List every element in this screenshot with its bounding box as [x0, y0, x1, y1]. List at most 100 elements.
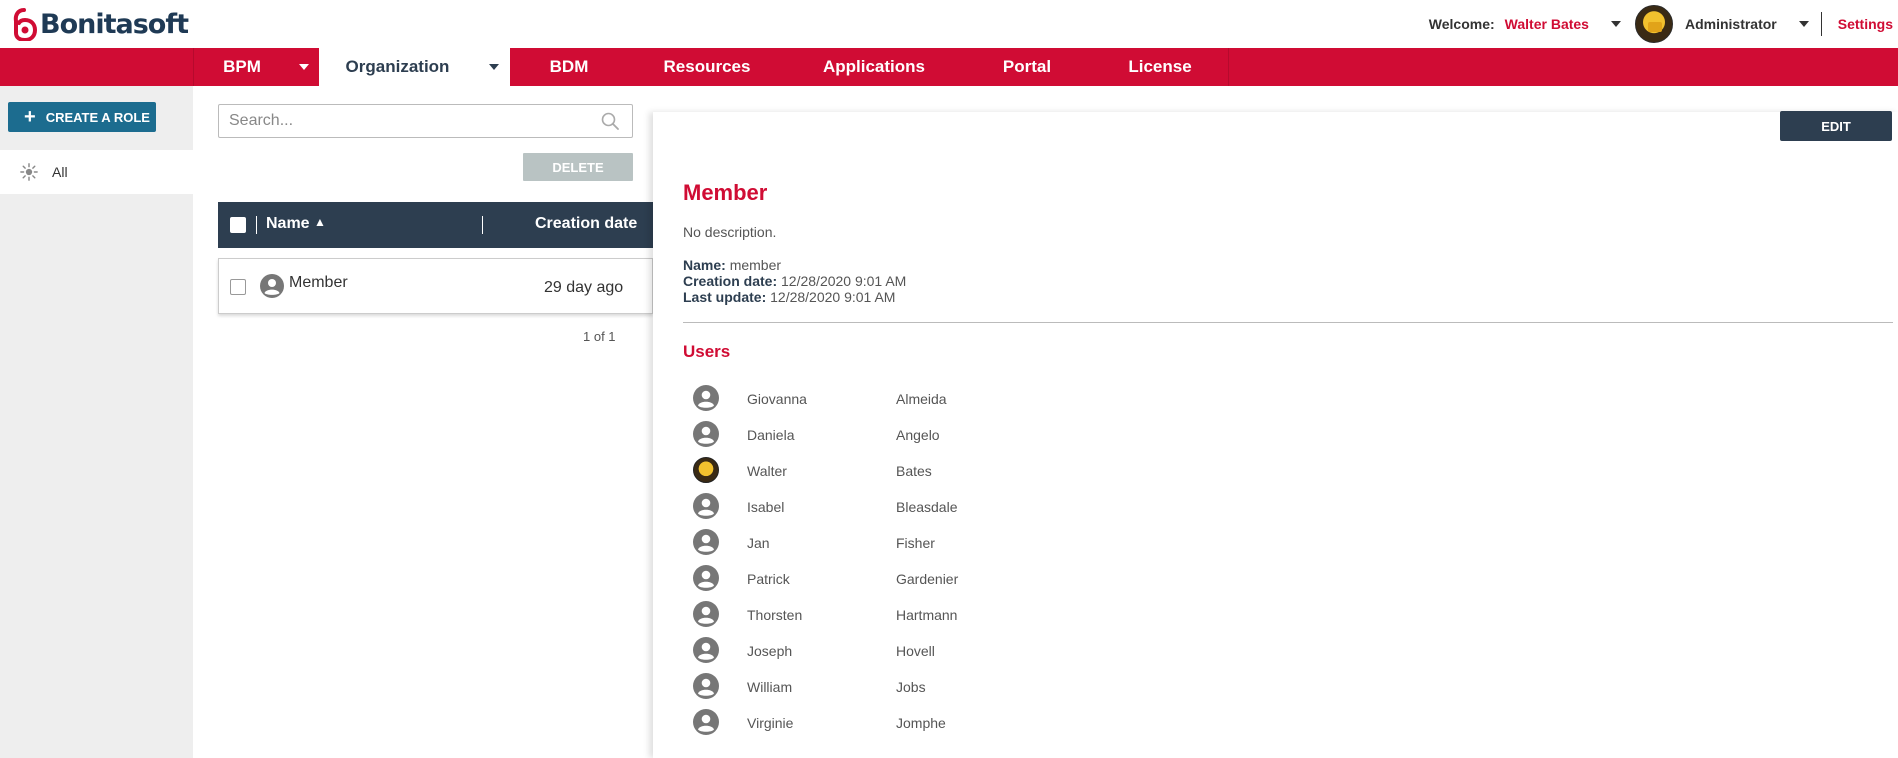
column-header-creation-date[interactable]: Creation date	[535, 215, 637, 233]
table-row[interactable]: Member 29 day ago	[218, 258, 653, 314]
nav-item-portal[interactable]: Portal	[962, 48, 1092, 86]
pagination-info: 1 of 1	[583, 329, 616, 344]
delete-button[interactable]: DELETE	[523, 153, 633, 181]
users-section-title: Users	[683, 342, 731, 361]
user-last-name: Bates	[896, 463, 932, 479]
user-first-name: Joseph	[747, 643, 793, 659]
nav-divider	[1228, 48, 1229, 86]
user-row[interactable]: Virginie Jomphe	[683, 705, 1283, 741]
nav-item-label: Organization	[345, 57, 450, 76]
select-all-checkbox[interactable]	[230, 217, 246, 233]
nav-item-bpm[interactable]: BPM	[193, 48, 319, 86]
user-first-name: Daniela	[747, 427, 795, 443]
filter-all[interactable]: All	[0, 150, 193, 194]
user-first-name: Virginie	[747, 715, 794, 731]
user-last-name: Bleasdale	[896, 499, 958, 515]
user-first-name: Jan	[747, 535, 770, 551]
nav-item-applications[interactable]: Applications	[786, 48, 962, 86]
role-meta-update: Last update: 12/28/2020 9:01 AM	[683, 289, 895, 305]
user-first-name: Giovanna	[747, 391, 807, 407]
table-header: Name ▲ Creation date	[218, 202, 653, 248]
search-input[interactable]	[218, 104, 633, 138]
plus-icon: +	[24, 106, 36, 128]
welcome-label: Welcome:	[1428, 16, 1495, 32]
row-name: Member	[289, 274, 348, 291]
row-checkbox[interactable]	[230, 279, 246, 295]
column-divider	[482, 216, 483, 234]
section-divider	[683, 322, 1893, 323]
user-first-name: William	[747, 679, 793, 695]
profile-name[interactable]: Administrator	[1685, 16, 1777, 32]
sun-icon	[20, 163, 38, 181]
user-last-name: Hartmann	[896, 607, 958, 623]
meta-label: Last update:	[683, 289, 767, 305]
user-row[interactable]: Jan Fisher	[683, 525, 1283, 561]
chevron-down-icon[interactable]	[489, 64, 499, 70]
nav-item-organization[interactable]: Organization	[319, 48, 510, 86]
user-avatar-icon	[693, 637, 719, 663]
user-last-name: Jobs	[896, 679, 926, 695]
user-avatar-icon	[693, 529, 719, 555]
column-header-name[interactable]: Name	[266, 215, 310, 233]
welcome-user-name[interactable]: Walter Bates	[1505, 16, 1589, 32]
settings-link[interactable]: Settings	[1838, 16, 1893, 32]
main-nav: BPM Organization BDM Resources Applicati…	[0, 48, 1898, 86]
role-description: No description.	[683, 224, 777, 240]
user-avatar-icon	[693, 709, 719, 735]
nav-item-label: Resources	[663, 57, 751, 76]
user-last-name: Gardenier	[896, 571, 959, 587]
left-sidebar: + CREATE A ROLE All	[0, 86, 193, 758]
user-avatar-icon	[693, 673, 719, 699]
user-last-name: Jomphe	[896, 715, 946, 731]
top-header: Bonitasoft Welcome: Walter Bates Adminis…	[0, 0, 1898, 48]
filter-all-label: All	[52, 164, 68, 180]
role-title: Member	[683, 180, 768, 205]
user-avatar-icon	[693, 493, 719, 519]
edit-button[interactable]: EDIT	[1780, 111, 1892, 141]
user-first-name: Thorsten	[747, 607, 803, 623]
user-avatar[interactable]	[1634, 5, 1673, 43]
bonitasoft-logo[interactable]: Bonitasoft	[10, 6, 189, 42]
user-row[interactable]: Thorsten Hartmann	[683, 597, 1283, 633]
user-row[interactable]: Walter Bates	[683, 453, 1283, 489]
role-avatar-icon	[260, 274, 284, 298]
user-row[interactable]: Patrick Gardenier	[683, 561, 1283, 597]
nav-item-license[interactable]: License	[1092, 48, 1228, 86]
user-avatar-icon	[693, 421, 719, 447]
user-last-name: Almeida	[896, 391, 947, 407]
user-row[interactable]: William Jobs	[683, 669, 1283, 705]
user-last-name: Fisher	[896, 535, 935, 551]
bonita-logo-icon	[13, 8, 38, 41]
user-last-name: Angelo	[896, 427, 940, 443]
nav-item-label: BDM	[549, 57, 589, 76]
sort-icon[interactable]: ▲	[314, 215, 326, 229]
user-avatar-icon	[693, 385, 719, 411]
create-role-button[interactable]: + CREATE A ROLE	[8, 102, 156, 132]
user-row[interactable]: Isabel Bleasdale	[683, 489, 1283, 525]
user-row[interactable]: Daniela Angelo	[683, 417, 1283, 453]
meta-value: 12/28/2020 9:01 AM	[781, 273, 907, 289]
user-last-name: Hovell	[896, 643, 935, 659]
row-creation-date: 29 day ago	[544, 279, 624, 296]
nav-item-resources[interactable]: Resources	[628, 48, 786, 86]
nav-item-label: Portal	[1002, 57, 1052, 76]
user-first-name: Walter	[747, 463, 787, 479]
create-role-label: CREATE A ROLE	[45, 109, 150, 125]
meta-value: member	[729, 257, 782, 273]
user-first-name: Patrick	[747, 571, 790, 587]
user-avatar-icon	[693, 601, 719, 627]
user-row[interactable]: Giovanna Almeida	[683, 381, 1283, 417]
role-meta-name: Name: member	[683, 257, 781, 273]
nav-item-label: License	[1128, 57, 1192, 76]
user-first-name: Isabel	[747, 499, 785, 515]
profile-menu-caret-icon[interactable]	[1798, 21, 1809, 27]
user-menu-caret-icon[interactable]	[1610, 21, 1621, 27]
user-area: Welcome: Walter Bates Administrator Sett…	[1429, 0, 1898, 48]
user-row[interactable]: Joseph Hovell	[683, 633, 1283, 669]
header-divider	[1820, 12, 1822, 36]
meta-label: Creation date:	[683, 273, 778, 289]
meta-value: 12/28/2020 9:01 AM	[770, 289, 896, 305]
search-icon[interactable]	[600, 111, 620, 131]
chevron-down-icon[interactable]	[299, 64, 309, 70]
nav-item-bdm[interactable]: BDM	[510, 48, 628, 86]
